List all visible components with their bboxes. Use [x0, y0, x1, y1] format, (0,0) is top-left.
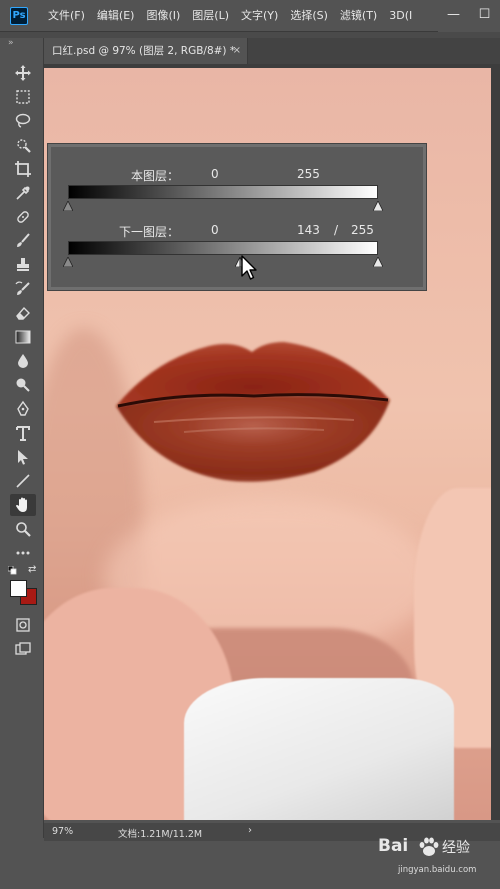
toolbar: » ⇄ [0, 38, 44, 838]
document-tab[interactable]: 口红.psd @ 97% (图层 2, RGB/8#) * × [44, 38, 248, 64]
menu-edit[interactable]: 编辑(E) [97, 0, 135, 32]
menu-bar: Ps 文件(F) 编辑(E) 图像(I) 图层(L) 文字(Y) 选择(S) 滤… [0, 0, 500, 32]
window-controls: — ☐ [438, 0, 500, 32]
underlying-layer-white-slider[interactable] [373, 257, 383, 267]
history-brush-icon[interactable] [10, 278, 36, 300]
mouse-cursor-icon [241, 255, 257, 280]
white-cloth [184, 678, 454, 820]
brush-icon[interactable] [10, 230, 36, 252]
toolbar-collapse-icon[interactable]: » [8, 38, 14, 48]
zoom-icon[interactable] [10, 518, 36, 540]
crop-icon[interactable] [10, 158, 36, 180]
type-icon[interactable] [10, 422, 36, 444]
this-layer-white-slider[interactable] [373, 201, 383, 211]
menu-layer[interactable]: 图层(L) [192, 0, 229, 32]
line-icon[interactable] [10, 470, 36, 492]
underlying-layer-max-value: 255 [351, 223, 374, 237]
underlying-layer-separator: / [334, 223, 339, 237]
blur-icon[interactable] [10, 350, 36, 372]
this-layer-max-value: 255 [297, 167, 320, 181]
this-layer-min-value: 0 [211, 167, 219, 181]
foreground-color-swatch[interactable] [10, 580, 27, 597]
hand-icon[interactable] [10, 494, 36, 516]
status-menu-arrow-icon[interactable]: › [248, 825, 252, 836]
menu-type[interactable]: 文字(Y) [241, 0, 278, 32]
menu-filter[interactable]: 滤镜(T) [340, 0, 377, 32]
this-layer-label: 本图层： [131, 169, 180, 183]
move-icon[interactable] [10, 62, 36, 84]
this-layer-gradient-bar[interactable] [68, 185, 378, 199]
menu-items: 文件(F) 编辑(E) 图像(I) 图层(L) 文字(Y) 选择(S) 滤镜(T… [48, 0, 424, 32]
lasso-icon[interactable] [10, 110, 36, 132]
lips-image [116, 342, 390, 482]
quick-mask-icon[interactable] [10, 614, 36, 636]
screen-mode-icon[interactable] [10, 638, 36, 660]
healing-icon[interactable] [10, 206, 36, 228]
menu-image[interactable]: 图像(I) [146, 0, 180, 32]
underlying-layer-split-value: 143 [297, 223, 320, 237]
color-swatches: ⇄ [8, 564, 38, 605]
pen-icon[interactable] [10, 398, 36, 420]
eyedropper-icon[interactable] [10, 182, 36, 204]
path-select-icon[interactable] [10, 446, 36, 468]
maximize-button[interactable]: ☐ [469, 0, 500, 32]
watermark-brand: Bai [378, 836, 409, 856]
marquee-icon[interactable] [10, 86, 36, 108]
menu-select[interactable]: 选择(S) [290, 0, 328, 32]
photoshop-logo: Ps [10, 7, 28, 25]
this-layer-black-slider[interactable] [63, 201, 73, 211]
more-icon[interactable] [10, 542, 36, 564]
zoom-readout[interactable]: 97% [52, 826, 73, 837]
default-colors-icon[interactable] [8, 566, 17, 575]
watermark-url: jingyan.baidu.com [398, 865, 477, 875]
underlying-layer-label: 下一图层： [119, 225, 180, 239]
swap-colors-icon[interactable]: ⇄ [28, 564, 36, 575]
underlying-layer-black-slider[interactable] [63, 257, 73, 267]
dodge-icon[interactable] [10, 374, 36, 396]
gradient-icon[interactable] [10, 326, 36, 348]
watermark-suffix: 经验 [442, 840, 470, 856]
minimize-button[interactable]: — [438, 0, 469, 32]
stamp-icon[interactable] [10, 254, 36, 276]
baidu-paw-icon [419, 837, 439, 856]
menu-file[interactable]: 文件(F) [48, 0, 85, 32]
underlying-layer-gradient-bar[interactable] [68, 241, 378, 255]
baidu-jingyan-watermark: Bai 经验 jingyan.baidu.com [378, 836, 496, 886]
blend-if-panel: 本图层： 0 255 下一图层： 0 143 / 255 [48, 144, 426, 290]
eraser-icon[interactable] [10, 302, 36, 324]
close-icon[interactable]: × [233, 38, 241, 64]
document-tab-strip: 口红.psd @ 97% (图层 2, RGB/8#) * × [44, 38, 500, 64]
quick-select-icon[interactable] [10, 134, 36, 156]
document-tab-title: 口红.psd @ 97% (图层 2, RGB/8#) * [52, 45, 236, 57]
underlying-layer-min-value: 0 [211, 223, 219, 237]
menu-3d[interactable]: 3D(I [389, 0, 412, 32]
document-info: 文档:1.21M/11.2M [118, 829, 203, 840]
